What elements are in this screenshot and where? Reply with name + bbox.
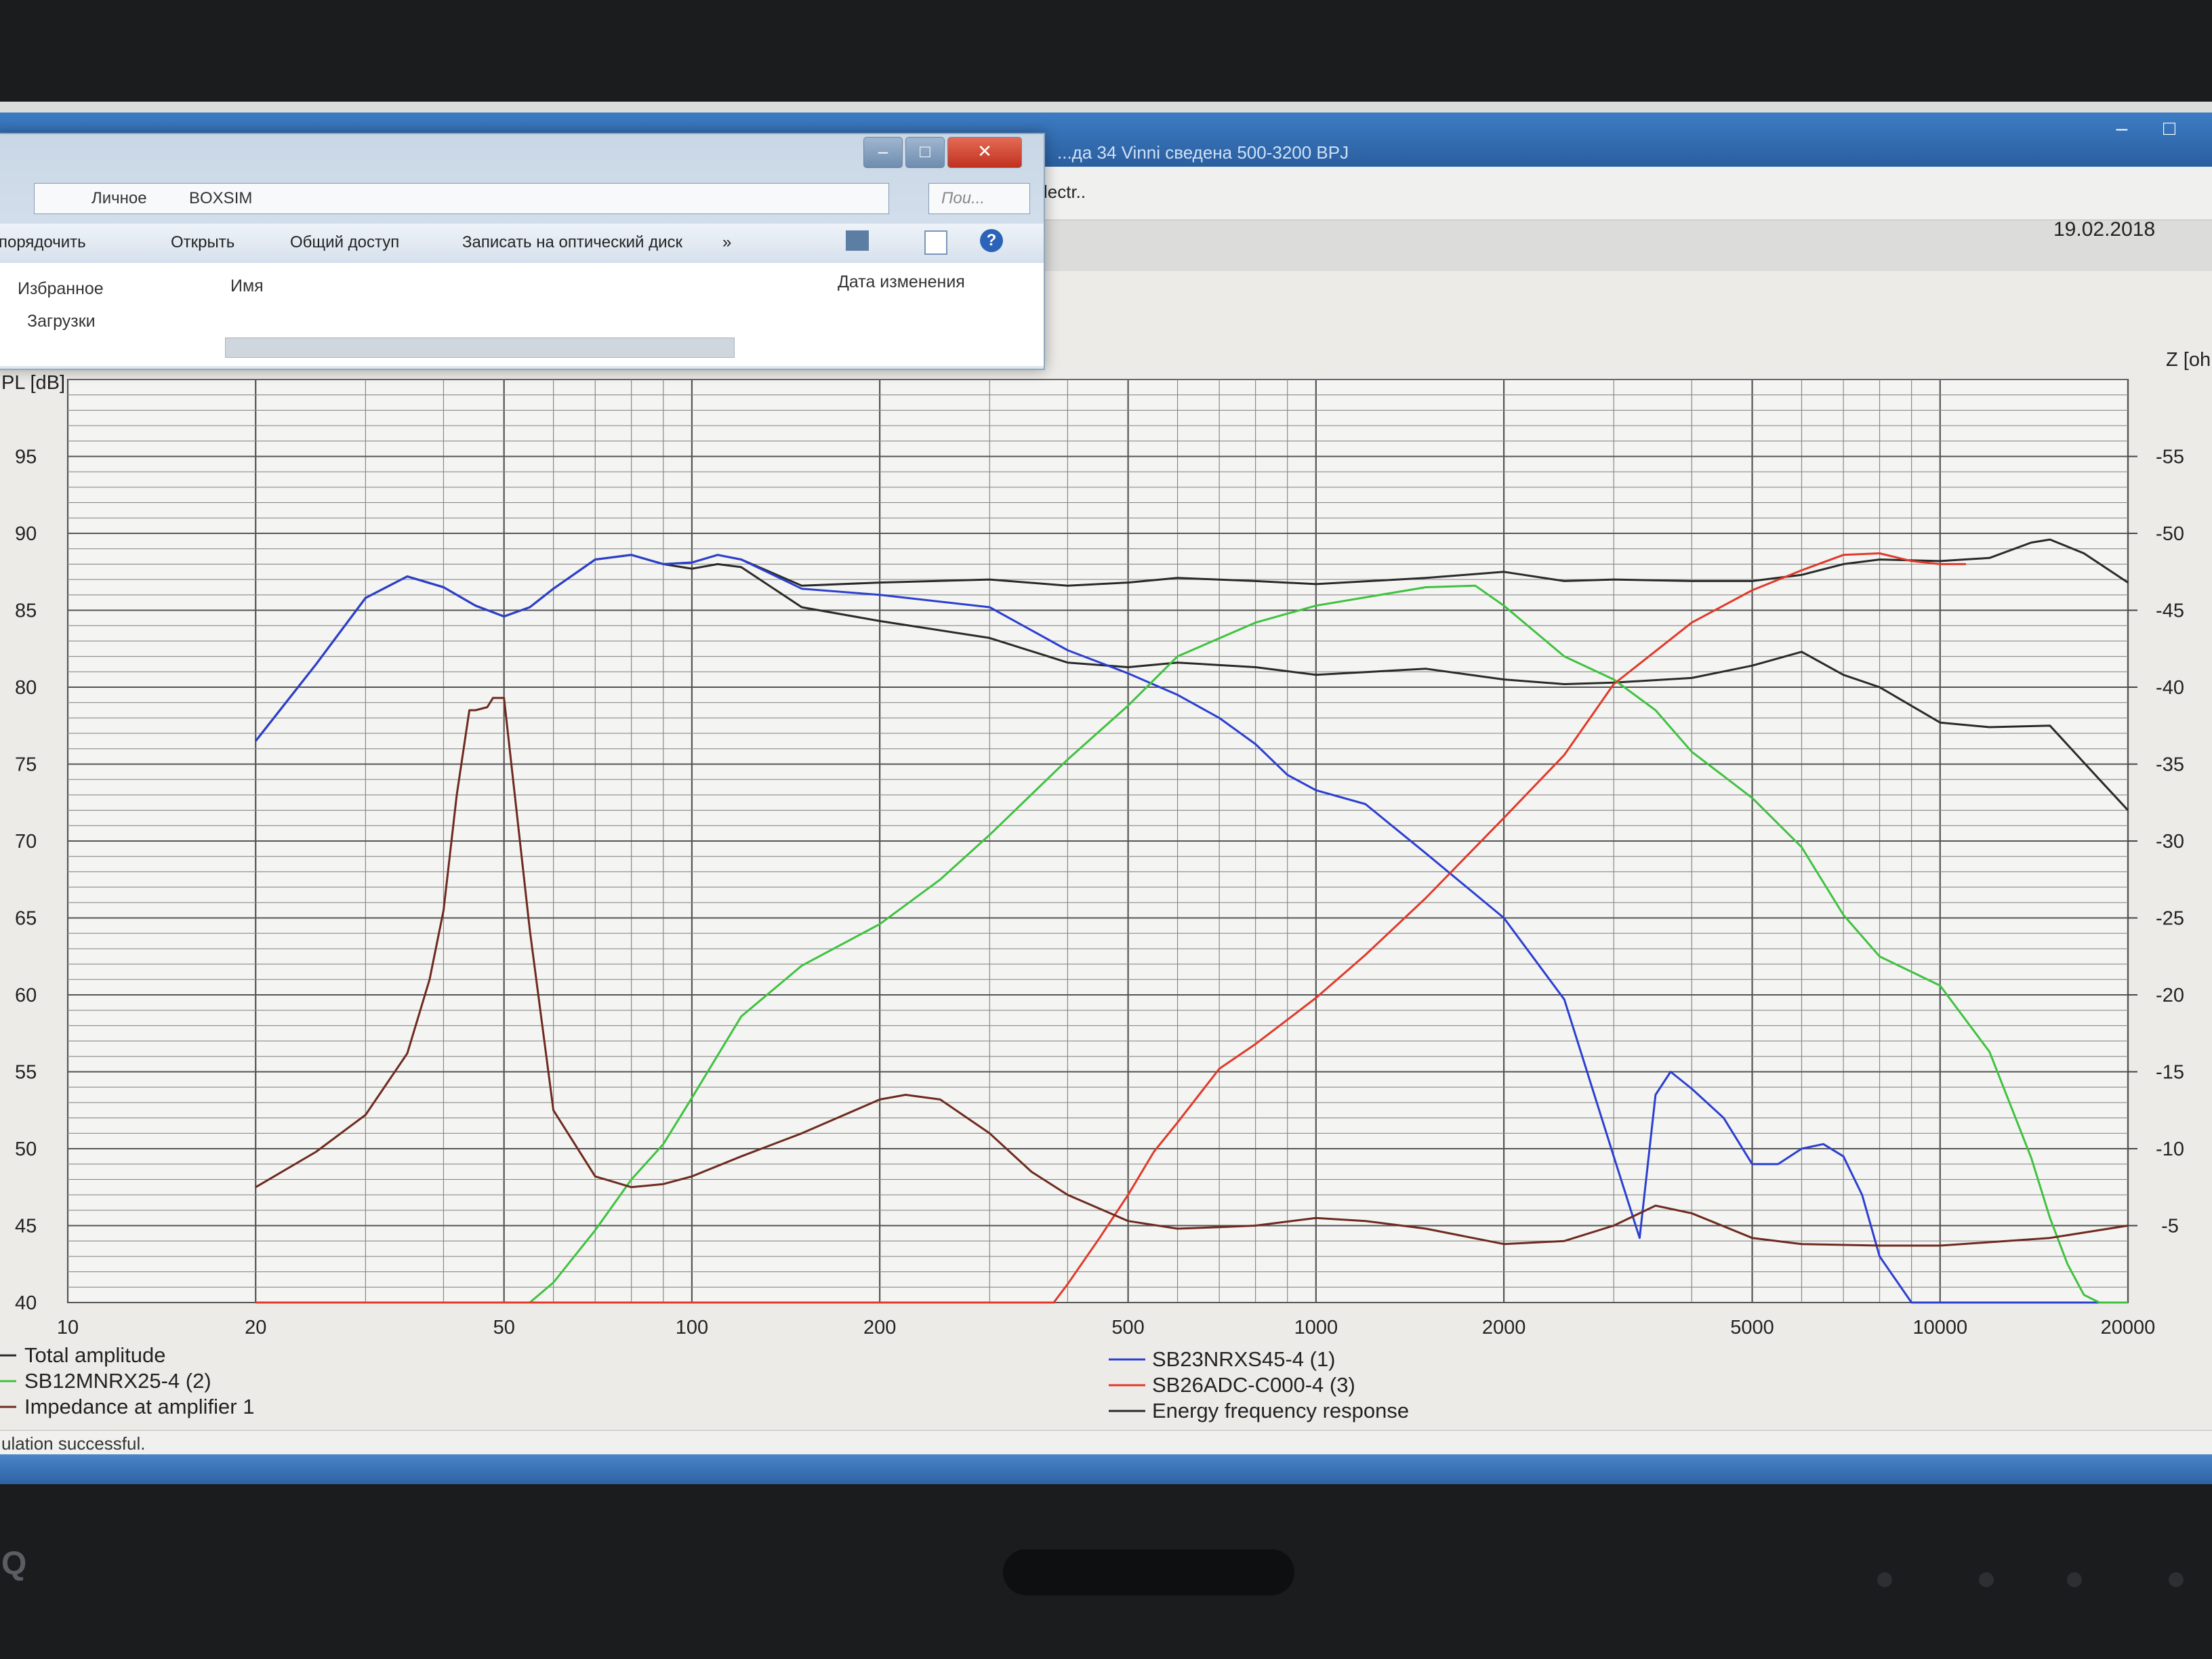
y-tick-label: 75	[15, 754, 37, 776]
help-icon[interactable]: ?	[980, 229, 1003, 252]
y2-tick-label: -35	[2156, 754, 2184, 776]
explorer-close-button[interactable]: ✕	[947, 137, 1022, 168]
horizontal-scrollbar[interactable]	[225, 337, 735, 358]
x-tick-label: 20000	[2101, 1317, 2156, 1338]
y2-tick-label: -40	[2156, 677, 2184, 699]
y-axis-label: PL [dB]	[1, 372, 65, 394]
y-tick-label: 45	[15, 1216, 37, 1237]
y-tick-label: 70	[15, 831, 37, 853]
y-tick-label: 85	[15, 600, 37, 622]
x-tick-label: 1000	[1294, 1317, 1338, 1338]
y2-tick-label: -10	[2156, 1139, 2184, 1160]
open-button[interactable]: Открыть	[171, 233, 234, 252]
y-tick-label: 95	[15, 447, 37, 468]
y-tick-label: 80	[15, 677, 37, 699]
explorer-toolbar: порядочить Открыть Общий доступ Записать…	[0, 224, 1044, 260]
more-button[interactable]: »	[722, 233, 731, 252]
monitor-button[interactable]	[2169, 1572, 2184, 1587]
y-tick-label: 50	[15, 1139, 37, 1160]
breadcrumb-boxsim[interactable]: BOXSIM	[189, 189, 252, 208]
y2-tick-label: -55	[2156, 447, 2184, 468]
breadcrumb-lichnoe[interactable]: Личное	[91, 189, 147, 208]
explorer-window[interactable]: – □ ✕ Личное BOXSIM Пои... порядочить От…	[0, 133, 1045, 370]
burn-disc-button[interactable]: Записать на оптический диск	[462, 233, 682, 252]
legend-label: SB12MNRX25-4 (2)	[24, 1369, 211, 1393]
y2-axis-label: Z [oh	[2166, 349, 2211, 371]
y2-tick-label: -15	[2156, 1062, 2184, 1084]
explorer-address-bar[interactable]: Личное BOXSIM	[34, 183, 889, 214]
x-tick-label: 200	[863, 1317, 896, 1338]
explorer-body: Избранное Загрузки Имя Дата изменения	[0, 263, 1044, 366]
view-icon[interactable]	[846, 230, 869, 251]
monitor-button[interactable]	[1877, 1572, 1892, 1587]
nav-downloads[interactable]: Загрузки	[27, 312, 96, 331]
share-button[interactable]: Общий доступ	[290, 233, 399, 252]
preview-pane-icon[interactable]	[924, 230, 947, 255]
x-tick-label: 10	[57, 1317, 79, 1338]
y2-tick-label: -30	[2156, 831, 2184, 853]
legend-label: Impedance at amplifier 1	[24, 1395, 254, 1418]
column-name[interactable]: Имя	[230, 276, 264, 296]
monitor-sensor-bar	[1003, 1549, 1294, 1595]
x-tick-label: 500	[1111, 1317, 1144, 1338]
y-tick-label: 55	[15, 1062, 37, 1084]
y2-tick-label: -20	[2156, 985, 2184, 1006]
organize-button[interactable]: порядочить	[0, 233, 86, 252]
x-tick-label: 10000	[1912, 1317, 1967, 1338]
explorer-minimize-button[interactable]: –	[863, 137, 903, 168]
x-tick-label: 50	[493, 1317, 515, 1338]
legend-label: Energy frequency response	[1152, 1399, 1409, 1422]
x-tick-label: 20	[245, 1317, 266, 1338]
legend-label: SB26ADC-C000-4 (3)	[1152, 1373, 1355, 1397]
y2-tick-label: -5	[2161, 1216, 2179, 1237]
y-tick-label: 65	[15, 908, 37, 930]
nav-favorites[interactable]: Избранное	[18, 279, 104, 299]
y2-tick-label: -50	[2156, 523, 2184, 545]
monitor-button[interactable]	[2067, 1572, 2082, 1587]
x-tick-label: 5000	[1730, 1317, 1774, 1338]
explorer-search-input[interactable]: Пои...	[928, 183, 1030, 214]
y2-tick-label: -25	[2156, 908, 2184, 930]
y-tick-label: 60	[15, 985, 37, 1006]
column-date-modified[interactable]: Дата изменения	[838, 272, 965, 292]
x-tick-label: 2000	[1482, 1317, 1526, 1338]
legend-label: Total amplitude	[24, 1343, 166, 1367]
x-tick-label: 100	[676, 1317, 708, 1338]
legend-label: SB23NRXS45-4 (1)	[1152, 1347, 1336, 1371]
explorer-maximize-button[interactable]: □	[905, 137, 945, 168]
y-tick-label: 40	[15, 1292, 37, 1314]
monitor-button[interactable]	[1979, 1572, 1994, 1587]
y-tick-label: 90	[15, 523, 37, 545]
monitor-logo: Q	[1, 1546, 27, 1582]
y2-tick-label: -45	[2156, 600, 2184, 622]
